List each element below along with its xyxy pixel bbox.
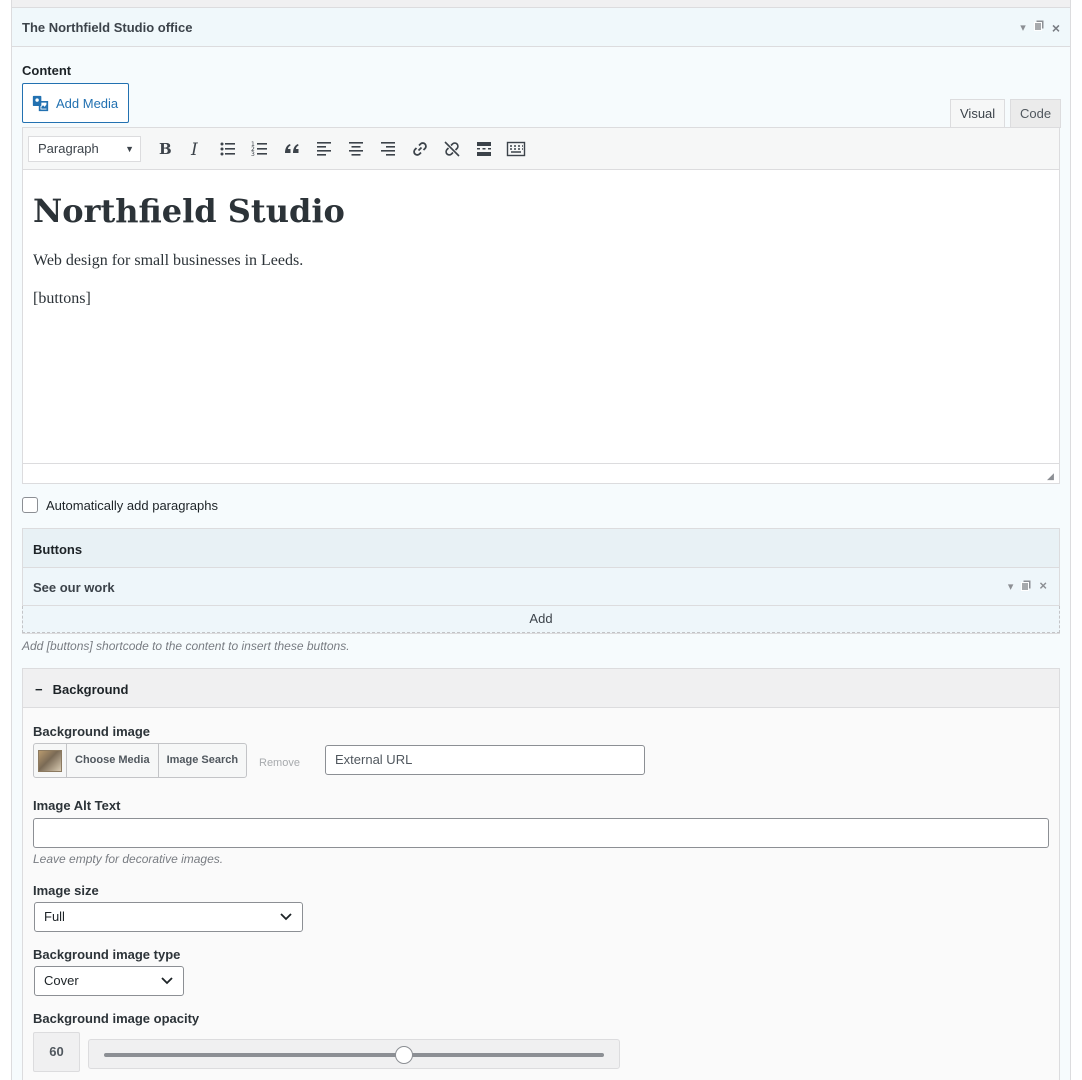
alt-text-input[interactable] xyxy=(33,818,1049,848)
close-icon[interactable]: × xyxy=(1052,21,1060,35)
editor-statusbar: ◢ xyxy=(23,463,1059,483)
align-center-icon[interactable] xyxy=(340,134,372,164)
external-url-input[interactable]: External URL xyxy=(325,745,645,775)
format-select[interactable]: Paragraph ▼ xyxy=(28,135,141,162)
background-header[interactable]: − Background xyxy=(23,669,1059,708)
close-icon[interactable]: × xyxy=(1039,579,1047,594)
opacity-slider[interactable] xyxy=(88,1039,620,1069)
button-item-actions: ▾ × xyxy=(1008,579,1047,594)
editor-body[interactable]: Northfield Studio Web design for small b… xyxy=(23,170,1059,350)
opacity-label: Background image opacity xyxy=(33,1011,200,1026)
format-select-value: Paragraph xyxy=(38,140,99,156)
tab-code[interactable]: Code xyxy=(1010,99,1062,128)
chevron-down-icon xyxy=(280,913,292,921)
add-button[interactable]: Add xyxy=(22,606,1060,633)
chevron-down-icon xyxy=(161,977,173,985)
content-heading: Northfield Studio xyxy=(33,192,345,230)
svg-text:3: 3 xyxy=(251,151,255,158)
auto-paragraphs-option[interactable]: Automatically add paragraphs xyxy=(22,497,218,513)
image-thumbnail[interactable] xyxy=(34,744,67,777)
editor-toolbar: Paragraph ▼ B I 123 xyxy=(23,128,1059,170)
slider-track xyxy=(104,1053,604,1057)
blockquote-icon[interactable] xyxy=(276,134,308,164)
align-left-icon[interactable] xyxy=(308,134,340,164)
bullet-list-icon[interactable] xyxy=(212,134,244,164)
button-item[interactable]: See our work ▾ × xyxy=(23,568,1059,606)
image-search-button[interactable]: Image Search xyxy=(159,744,247,777)
auto-paragraphs-label: Automatically add paragraphs xyxy=(46,497,218,513)
toolbar-toggle-icon[interactable] xyxy=(500,134,532,164)
unlink-icon[interactable] xyxy=(436,134,468,164)
duplicate-icon[interactable] xyxy=(1033,20,1044,35)
content-shortcode: [buttons] xyxy=(33,290,91,307)
slider-thumb[interactable] xyxy=(395,1046,413,1064)
duplicate-icon[interactable] xyxy=(1021,580,1031,594)
chevron-down-icon: ▼ xyxy=(125,143,134,154)
buttons-repeater: Buttons See our work ▾ × Add xyxy=(22,528,1060,634)
add-media-button[interactable]: Add Media xyxy=(22,83,129,123)
buttons-header: Buttons xyxy=(23,529,1059,568)
content-label: Content xyxy=(22,63,72,78)
image-size-value: Full xyxy=(44,909,65,924)
link-icon[interactable] xyxy=(404,134,436,164)
tab-visual[interactable]: Visual xyxy=(950,99,1006,128)
image-type-label: Background image type xyxy=(33,947,181,962)
media-picker: Choose Media Image Search xyxy=(33,743,248,778)
remove-link[interactable]: Remove xyxy=(259,757,300,769)
auto-paragraphs-checkbox[interactable] xyxy=(22,497,38,513)
background-title: Background xyxy=(52,682,129,697)
alt-text-label: Image Alt Text xyxy=(33,798,121,813)
panel-title: The Northfield Studio office xyxy=(22,20,193,35)
svg-text:B: B xyxy=(159,140,172,158)
image-type-value: Cover xyxy=(44,973,79,988)
resize-handle-icon[interactable]: ◢ xyxy=(1047,471,1057,481)
content-editor: Paragraph ▼ B I 123 Northfield Studio We… xyxy=(22,127,1060,484)
bold-icon[interactable]: B xyxy=(148,134,180,164)
buttons-hint: Add [buttons] shortcode to the content t… xyxy=(22,639,350,653)
numbered-list-icon[interactable]: 123 xyxy=(244,134,276,164)
background-section: − Background Background image Choose Med… xyxy=(22,668,1060,1080)
collapse-icon: − xyxy=(35,682,43,697)
collapse-arrow-icon[interactable]: ▾ xyxy=(1008,580,1014,594)
opacity-value[interactable]: 60 xyxy=(33,1032,80,1072)
italic-icon[interactable]: I xyxy=(180,134,212,164)
image-size-select[interactable]: Full xyxy=(34,902,303,932)
alt-text-hint: Leave empty for decorative images. xyxy=(33,852,224,866)
image-size-label: Image size xyxy=(33,883,99,898)
read-more-icon[interactable] xyxy=(468,134,500,164)
content-paragraph: Web design for small businesses in Leeds… xyxy=(33,252,304,269)
media-icon xyxy=(32,95,49,111)
choose-media-button[interactable]: Choose Media xyxy=(67,744,159,777)
add-media-label: Add Media xyxy=(56,95,119,111)
image-type-select[interactable]: Cover xyxy=(34,966,184,996)
panel-actions: ▾ × xyxy=(1020,20,1060,35)
collapse-arrow-icon[interactable]: ▾ xyxy=(1020,21,1026,35)
background-image-label: Background image xyxy=(33,724,151,739)
svg-text:I: I xyxy=(190,140,198,159)
panel-header[interactable]: The Northfield Studio office ▾ × xyxy=(12,8,1070,47)
button-item-label: See our work xyxy=(33,580,115,595)
align-right-icon[interactable] xyxy=(372,134,404,164)
